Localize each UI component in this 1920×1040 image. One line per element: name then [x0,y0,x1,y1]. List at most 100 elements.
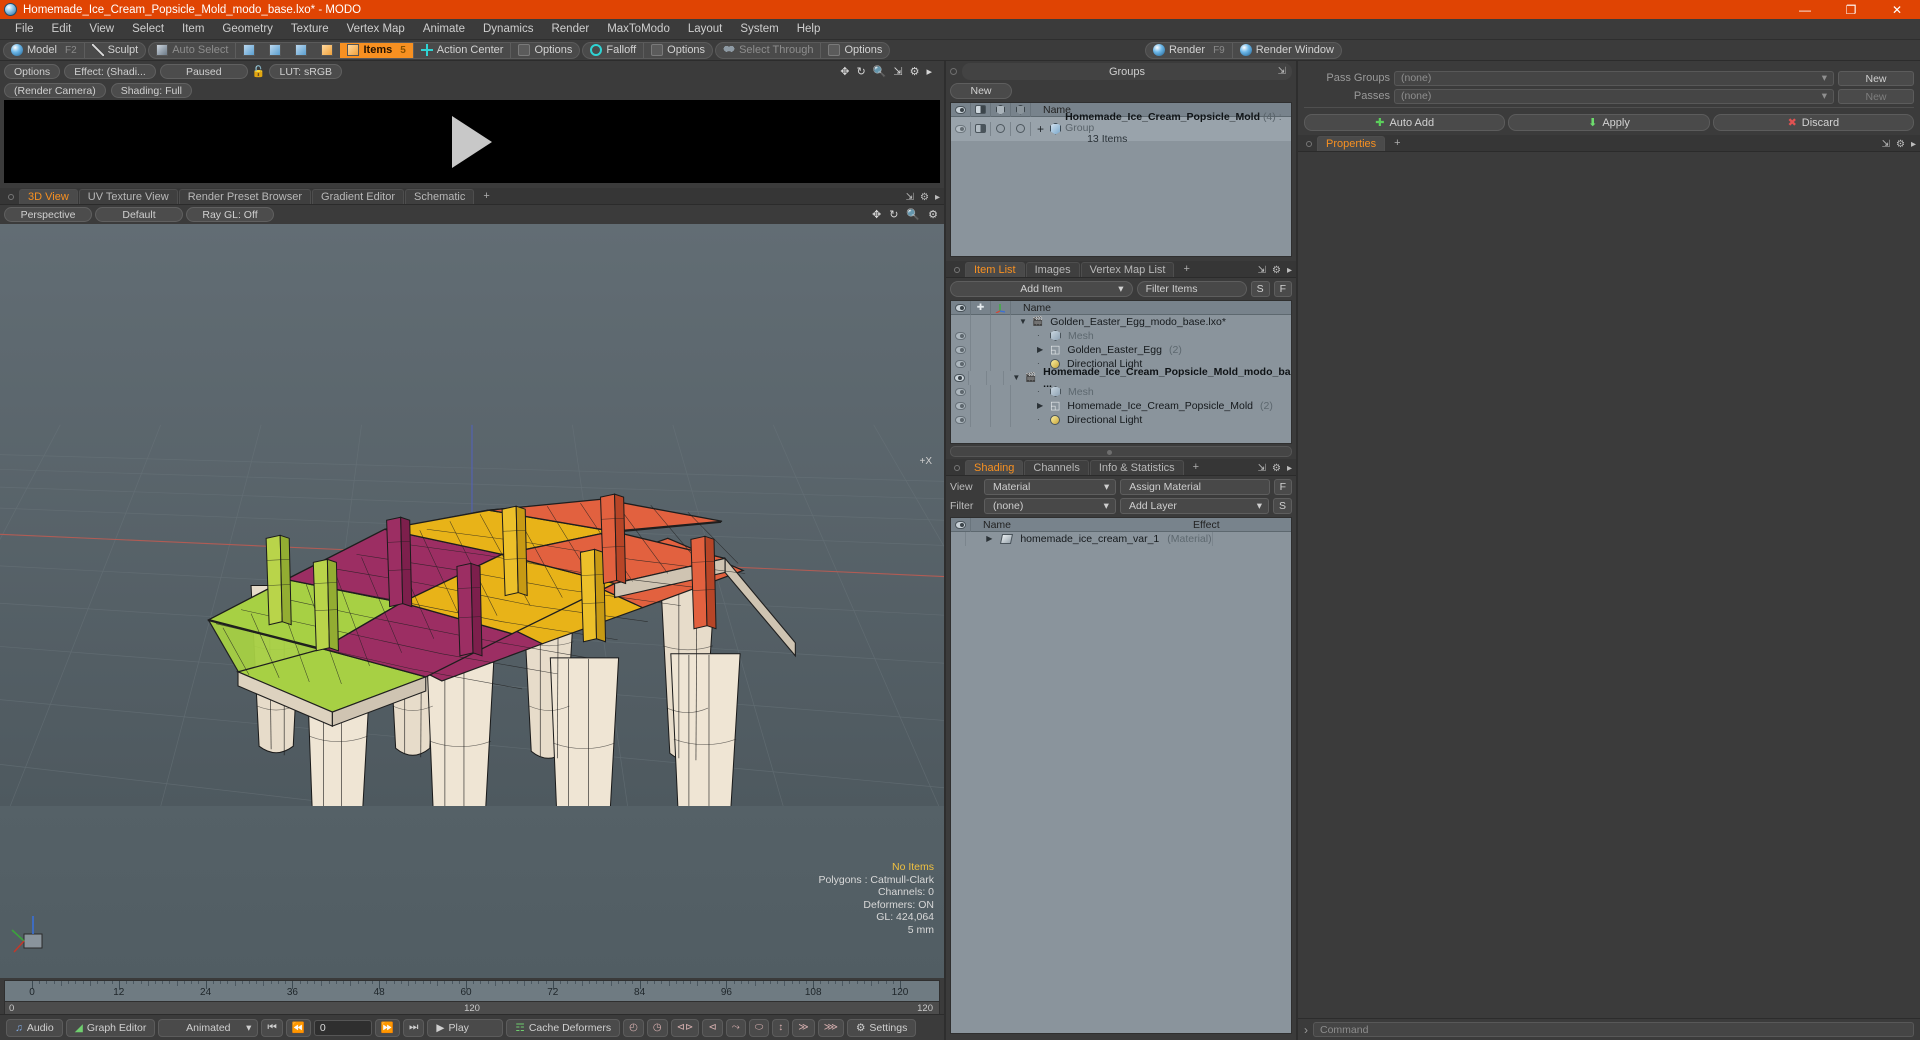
unlock-icon[interactable]: 🔓 [252,65,266,78]
menu-item-animate[interactable]: Animate [414,19,474,40]
visibility-checkbox[interactable] [1016,124,1025,133]
apply-button[interactable]: ⬇ Apply [1508,114,1710,131]
menu-item-texture[interactable]: Texture [282,19,338,40]
auto-add-button[interactable]: ✚ Auto Add [1304,114,1506,131]
filter-items-input[interactable]: Filter Items [1136,281,1247,297]
tab-uv-texture-view[interactable]: UV Texture View [78,189,178,204]
item-list-row[interactable]: · Directional Light [951,412,1291,427]
groups-row[interactable]: + Homemade_Ice_Cream_Popsicle_Mold (4) : … [951,112,1291,145]
tab-vertex-map-list[interactable]: Vertex Map List [1080,262,1175,277]
move-icon[interactable]: ✥ [872,208,881,221]
expander-toggle[interactable]: · [1037,415,1046,424]
menu-item-view[interactable]: View [80,19,123,40]
passes-new-button[interactable]: New [1838,88,1914,104]
chevron-right-icon[interactable]: ▸ [935,192,940,203]
tab-3d-view[interactable]: 3D View [19,189,78,204]
render-preview-canvas[interactable] [4,100,940,183]
graph-editor-button[interactable]: ◢ Graph Editor [65,1018,156,1037]
panel-menu-dot[interactable] [954,267,960,273]
chevron-right-icon[interactable]: ▸ [926,65,932,78]
item-list-hscrollbar[interactable] [950,446,1292,457]
preview-lut-button[interactable]: LUT: sRGB [269,63,342,79]
3d-viewport[interactable]: +X No Items Polygons : Catmull-Clark Cha… [0,224,944,978]
tab-info-statistics[interactable]: Info & Statistics [1089,460,1184,475]
cache-deformers-button[interactable]: ☶ Cache Deformers [506,1018,621,1037]
maximize-panel-icon[interactable]: ⇲ [906,192,914,203]
menu-item-help[interactable]: Help [788,19,830,40]
maximize-button[interactable]: ❐ [1828,0,1874,19]
eye-icon[interactable] [955,387,966,396]
polygon-mode-button[interactable] [288,43,314,58]
filter-f-button[interactable]: F [1273,281,1292,297]
groups-list[interactable]: Name + Homemade_Ice_Cream_Popsicle_Mold (… [950,102,1292,257]
gear-icon[interactable]: ⚙ [920,192,929,203]
eye-icon[interactable] [955,345,966,354]
menu-item-file[interactable]: File [6,19,43,40]
model-mode-button[interactable]: Model F2 [4,43,84,58]
gear-icon[interactable]: ⚙ [1272,463,1281,474]
chevron-right-icon[interactable]: ▸ [1287,463,1292,474]
chevron-right-icon[interactable]: ▸ [1911,139,1916,150]
rotate-icon[interactable]: ↻ [856,65,865,78]
auto-select-button[interactable]: Auto Select [149,43,235,58]
maximize-panel-icon[interactable]: ⇲ [1258,463,1266,474]
maximize-panel-icon[interactable]: ⇲ [1258,265,1266,276]
timeline[interactable]: 0 12 24 36 48 60 72 84 96 108 120 0 120 120 [4,980,940,1014]
menu-item-maxtomodo[interactable]: MaxToModo [598,19,679,40]
perspective-button[interactable]: Perspective [4,207,92,222]
pass-groups-new-button[interactable]: New [1838,70,1914,86]
tab-render-preset-browser[interactable]: Render Preset Browser [178,189,312,204]
maximize-panel-icon[interactable]: ⇲ [1882,139,1890,150]
maximize-panel-icon[interactable]: ⇲ [1278,66,1286,77]
gear-icon[interactable]: ⚙ [1896,139,1905,150]
expander-toggle[interactable]: + [1037,122,1044,136]
render-window-button[interactable]: Render Window [1233,43,1341,58]
visibility-checkbox[interactable] [996,124,1005,133]
move-icon[interactable]: ✥ [840,65,849,78]
key-prev-icon[interactable]: ⊲⊳ [670,1018,700,1037]
action-center-button[interactable]: Action Center [414,43,511,58]
item-list[interactable]: ✚ Name ▼ 🎬 Golden_Easter_Egg_modo_base.lxo… [950,300,1292,444]
render-button[interactable]: Render F9 [1146,43,1232,58]
tab-images[interactable]: Images [1025,262,1080,277]
shading-full-button[interactable]: Shading: Full [110,83,192,98]
tab-properties[interactable]: Properties [1317,136,1386,151]
play-button[interactable]: ▶ Play [427,1018,504,1037]
animated-dropdown[interactable]: Animated ▾ [158,1018,259,1037]
close-button[interactable]: ✕ [1874,0,1920,19]
item-list-row[interactable]: ▼ 🎬 Homemade_Ice_Cream_Popsicle_Mold_modo_… [951,366,1291,390]
settings-button[interactable]: ⚙ Settings [846,1018,917,1037]
menu-item-geometry[interactable]: Geometry [213,19,282,40]
add-item-button[interactable]: Add Item ▾ [950,281,1133,297]
shading-s-button[interactable]: S [1272,498,1292,514]
chevron-right-icon[interactable]: ▸ [1287,265,1292,276]
axis-gizmo[interactable] [10,908,58,956]
expander-toggle[interactable]: ▼ [1019,317,1028,326]
preview-effect-button[interactable]: Effect: (Shadi... [64,63,156,79]
rotate-icon[interactable]: ↻ [889,208,898,221]
step-back-button[interactable]: ⏪ [285,1018,311,1037]
gear-icon[interactable]: ⚙ [928,208,938,221]
tab-shading[interactable]: Shading [965,460,1024,475]
fit-icon[interactable]: ⇲ [893,65,902,78]
tab-add-button[interactable]: + [475,189,497,204]
step-forward-button[interactable]: ⏩ [374,1018,400,1037]
filter-s-button[interactable]: S [1250,281,1270,297]
assign-material-select[interactable]: Assign Material [1120,479,1270,495]
zoom-icon[interactable]: 🔍 [906,208,920,221]
play-triangle-icon[interactable] [452,115,492,168]
add-layer-select[interactable]: Add Layer ▾ [1119,498,1269,514]
eye-icon[interactable] [955,359,966,368]
filter-select[interactable]: (none) ▾ [984,498,1116,514]
jump-start-button[interactable]: ⏮ [261,1018,283,1037]
key-clock-alt-icon[interactable]: ◷ [646,1018,668,1037]
menu-item-render[interactable]: Render [542,19,598,40]
action-center-options-button[interactable]: Options [511,43,579,58]
tab-schematic[interactable]: Schematic [405,189,475,204]
expander-toggle[interactable]: ▼ [1012,373,1021,382]
vertex-mode-button[interactable] [236,43,262,58]
eye-icon[interactable] [953,373,965,382]
panel-menu-dot[interactable] [8,194,14,200]
preview-paused-button[interactable]: Paused [159,63,248,79]
falloff-options-button[interactable]: Options [644,43,712,58]
